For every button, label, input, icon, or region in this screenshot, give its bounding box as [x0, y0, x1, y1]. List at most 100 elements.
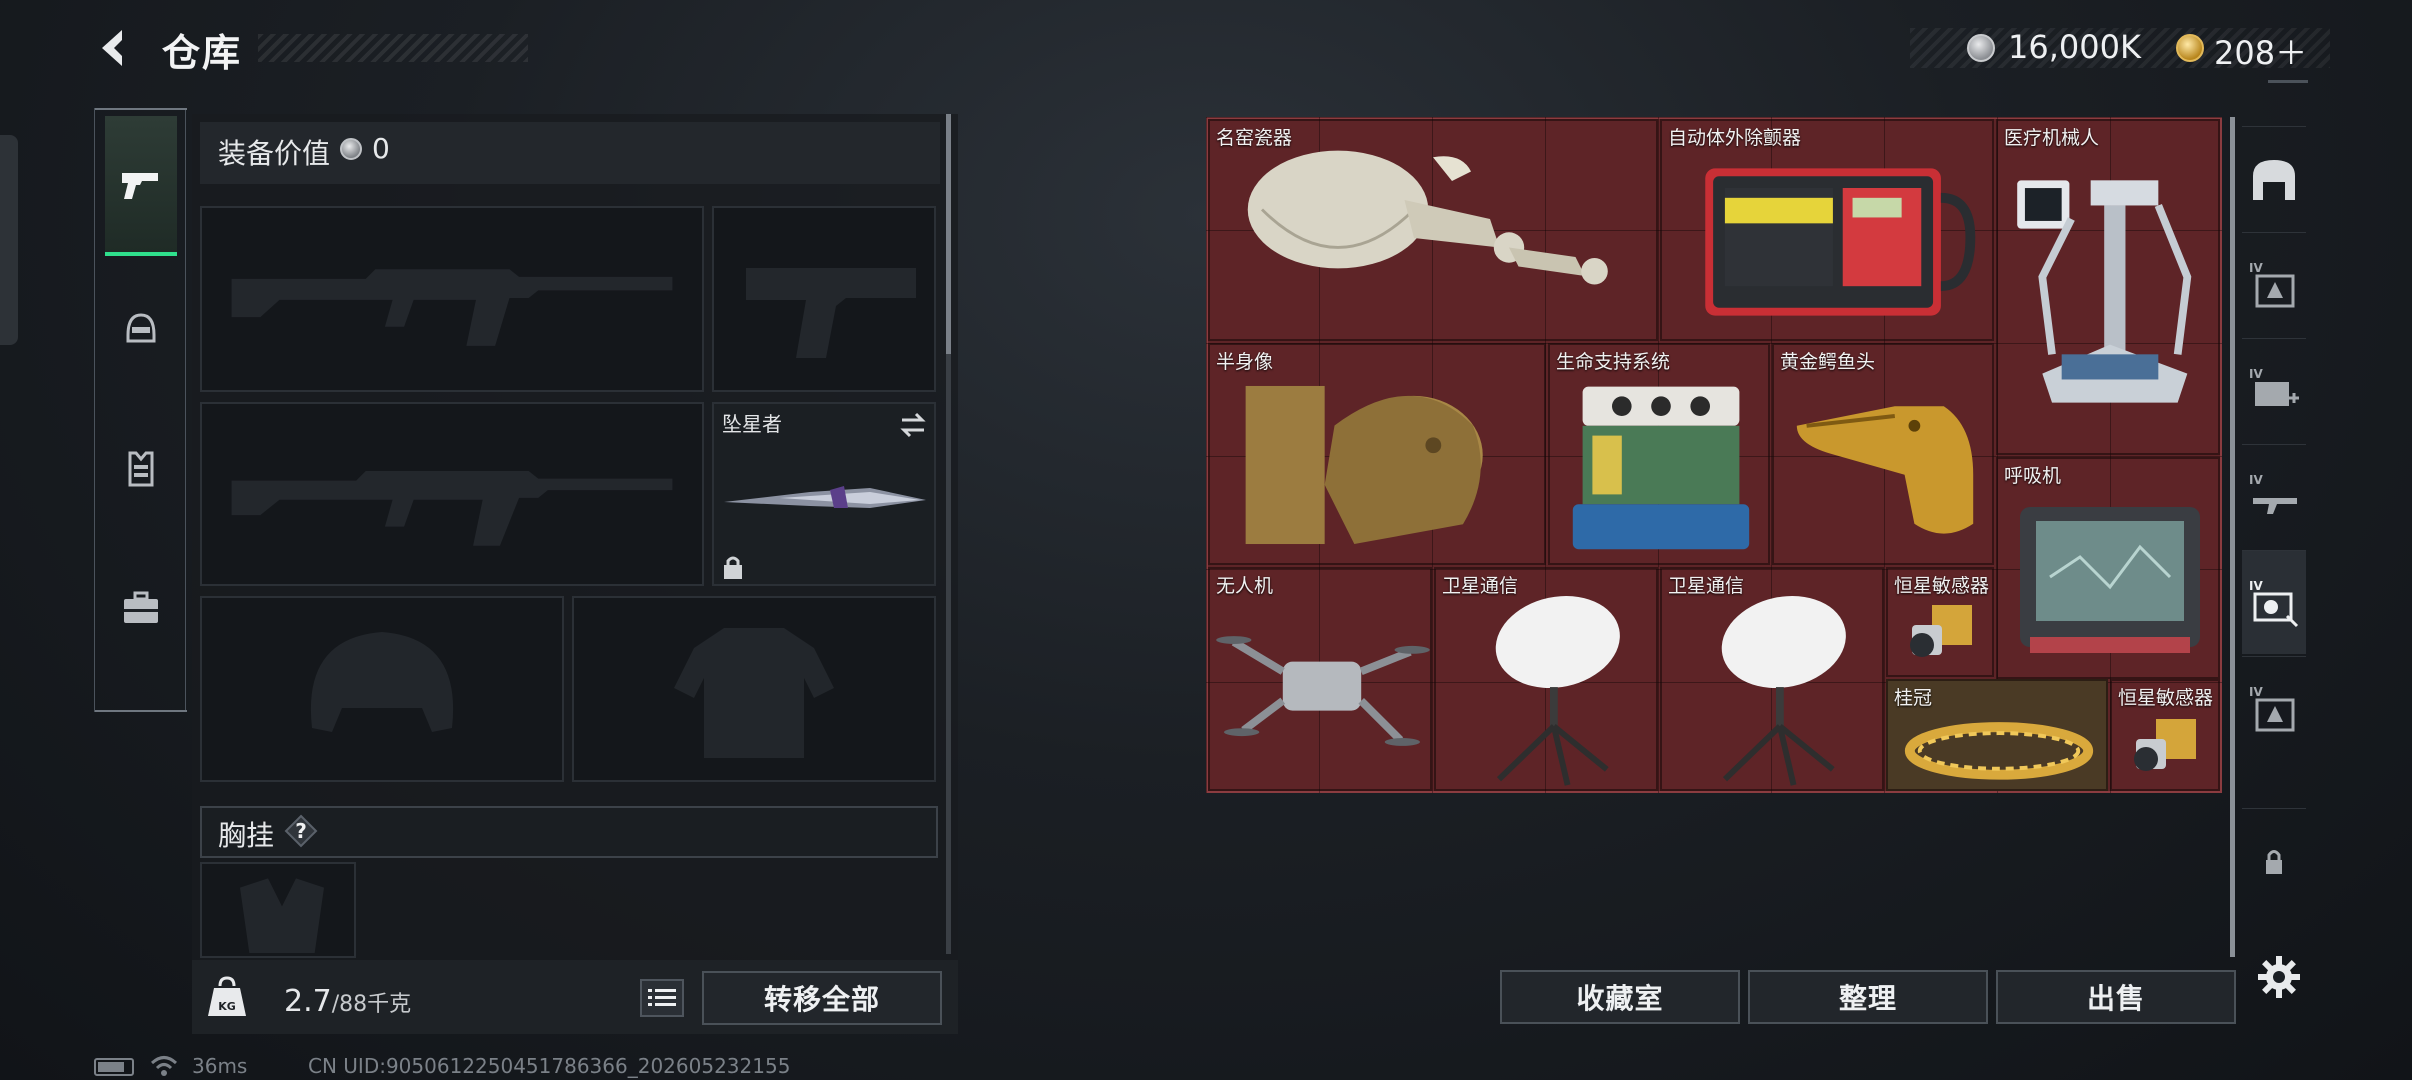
coin-icon	[340, 138, 362, 160]
storage-item-satcom-2[interactable]: 卫星通信	[1660, 567, 1884, 791]
porcelain-vase-icon	[1247, 150, 1608, 285]
equipment-value: 0	[372, 132, 390, 165]
storage-item-gold-croc-head[interactable]: 黄金鳄鱼头	[1772, 343, 1994, 565]
equipment-scrollbar[interactable]	[946, 114, 951, 954]
svg-text:IV: IV	[2249, 367, 2263, 381]
item-name: 医疗机械人	[2004, 127, 2100, 149]
svg-text:?: ?	[295, 819, 307, 843]
storage-item-bust[interactable]: 半身像	[1208, 343, 1546, 565]
item-name: 呼吸机	[2004, 465, 2062, 487]
valuables-icon: IV	[2249, 579, 2299, 627]
storage-item-porcelain[interactable]: 名窑瓷器	[1208, 119, 1658, 341]
list-icon	[648, 989, 676, 1006]
item-name: 自动体外除颤器	[1668, 127, 1802, 149]
helmet-icon	[126, 313, 156, 343]
tab-backpack[interactable]	[105, 538, 177, 678]
sort-button[interactable]: 整理	[1748, 970, 1988, 1024]
melee-name: 坠星者	[722, 412, 782, 436]
tab-weapons[interactable]	[105, 116, 177, 256]
item-name: 恒星敏感器	[1894, 575, 1990, 597]
back-arrow-icon[interactable]	[92, 24, 140, 72]
lock-icon	[724, 556, 742, 579]
title-decoration	[258, 34, 528, 62]
storage-item-star-sensor-1[interactable]: 恒星敏感器	[1886, 567, 1994, 677]
helmet-slot[interactable]	[200, 596, 564, 782]
gold-crocodile-head-icon	[1796, 406, 1974, 534]
transfer-all-button[interactable]: 转移全部	[702, 971, 942, 1025]
wifi-icon	[150, 1056, 178, 1076]
satellite-dish-icon	[1721, 596, 1846, 786]
tab-locked[interactable]	[2242, 808, 2306, 912]
primary-weapon-slot[interactable]	[200, 206, 704, 392]
laurel-crown-icon	[1904, 722, 2094, 780]
melee-slot[interactable]: 坠星者	[712, 402, 936, 586]
briefcase-icon	[124, 591, 158, 623]
vest-icon	[128, 451, 154, 487]
pistol-icon	[122, 173, 158, 199]
carry-weight-value: 2.7	[284, 984, 332, 1019]
equipment-value-label: 装备价值	[218, 137, 331, 170]
star-sensor-icon	[2134, 719, 2196, 771]
rifle-silhouette-icon	[231, 269, 673, 346]
storage-item-drone[interactable]: 无人机	[1208, 567, 1432, 791]
list-view-button[interactable]	[640, 979, 684, 1017]
swap-icon[interactable]	[898, 410, 928, 440]
edge-handle[interactable]	[0, 135, 18, 345]
storage-box-icon: IV	[2249, 685, 2295, 731]
tab-helmet[interactable]	[105, 258, 177, 398]
warehouse-icon	[2253, 159, 2295, 200]
helmet-silhouette-icon	[310, 632, 454, 732]
svg-text:IV: IV	[2249, 261, 2263, 275]
sell-button[interactable]: 出售	[1996, 970, 2236, 1024]
storage-item-aed[interactable]: 自动体外除颤器	[1660, 119, 1994, 341]
tab-valuables-iv[interactable]: IV	[2242, 550, 2306, 654]
gold-coin-icon	[2176, 34, 2204, 62]
premium-balance[interactable]: 208＋	[2214, 28, 2307, 74]
gear-icon[interactable]	[2256, 954, 2302, 1000]
storage-item-laurel-crown[interactable]: 桂冠	[1886, 679, 2108, 791]
storage-item-star-sensor-2[interactable]: 恒星敏感器	[2110, 679, 2220, 791]
rifle-silhouette-icon	[231, 471, 673, 546]
help-icon[interactable]: ?	[284, 814, 318, 848]
equipment-tab-column	[94, 108, 187, 712]
armor-slot[interactable]	[572, 596, 936, 782]
pistol-silhouette-icon	[746, 268, 916, 358]
storage-scrollbar[interactable]	[2230, 117, 2235, 957]
svg-text:KG: KG	[218, 1000, 236, 1013]
storage-item-ventilator[interactable]: 呼吸机	[1996, 457, 2220, 679]
armor-silhouette-icon	[674, 628, 834, 758]
life-support-system-icon	[1572, 386, 1750, 550]
tab-storage-iv-2[interactable]: IV	[2242, 656, 2306, 760]
weight-icon: KG	[208, 976, 246, 1016]
carry-weight-capacity: /88千克	[331, 992, 412, 1017]
page-title: 仓库	[162, 31, 243, 75]
tab-armor[interactable]	[105, 398, 177, 538]
ventilator-icon	[2020, 507, 2200, 653]
lock-icon	[2266, 849, 2282, 874]
drone-icon	[1216, 636, 1430, 746]
medkit-icon: IV	[2249, 367, 2299, 406]
tab-warehouse[interactable]	[2242, 126, 2306, 230]
user-id: CN UID:9050612250451786366_202605232155	[308, 1054, 791, 1078]
tab-storage-iv-1[interactable]: IV	[2242, 232, 2306, 336]
robot-arm-icon	[2017, 180, 2192, 403]
bust-statue-icon	[1245, 385, 1483, 545]
sidearm-slot[interactable]	[712, 206, 936, 392]
tab-weapons-iv[interactable]: IV	[2242, 444, 2306, 548]
tab-medical-iv[interactable]: IV	[2242, 338, 2306, 442]
item-name: 恒星敏感器	[2118, 687, 2214, 709]
storage-item-life-support[interactable]: 生命支持系统	[1548, 343, 1770, 565]
rig-silhouette-icon	[240, 878, 324, 953]
carry-weight: 2.7/88千克	[284, 984, 411, 1019]
svg-text:IV: IV	[2249, 579, 2263, 593]
svg-text:IV: IV	[2249, 685, 2263, 699]
ping-readout: 36ms	[192, 1054, 248, 1078]
storage-item-medical-robot[interactable]: 医疗机械人	[1996, 119, 2220, 455]
chest-rig-slot[interactable]	[200, 862, 356, 958]
gun-rack-icon: IV	[2249, 473, 2297, 514]
coin-balance[interactable]: 16,000K	[2008, 28, 2141, 66]
collection-room-button[interactable]: 收藏室	[1500, 970, 1740, 1024]
silver-coin-icon	[1967, 34, 1995, 62]
secondary-weapon-slot[interactable]	[200, 402, 704, 586]
storage-item-satcom-1[interactable]: 卫星通信	[1434, 567, 1658, 791]
